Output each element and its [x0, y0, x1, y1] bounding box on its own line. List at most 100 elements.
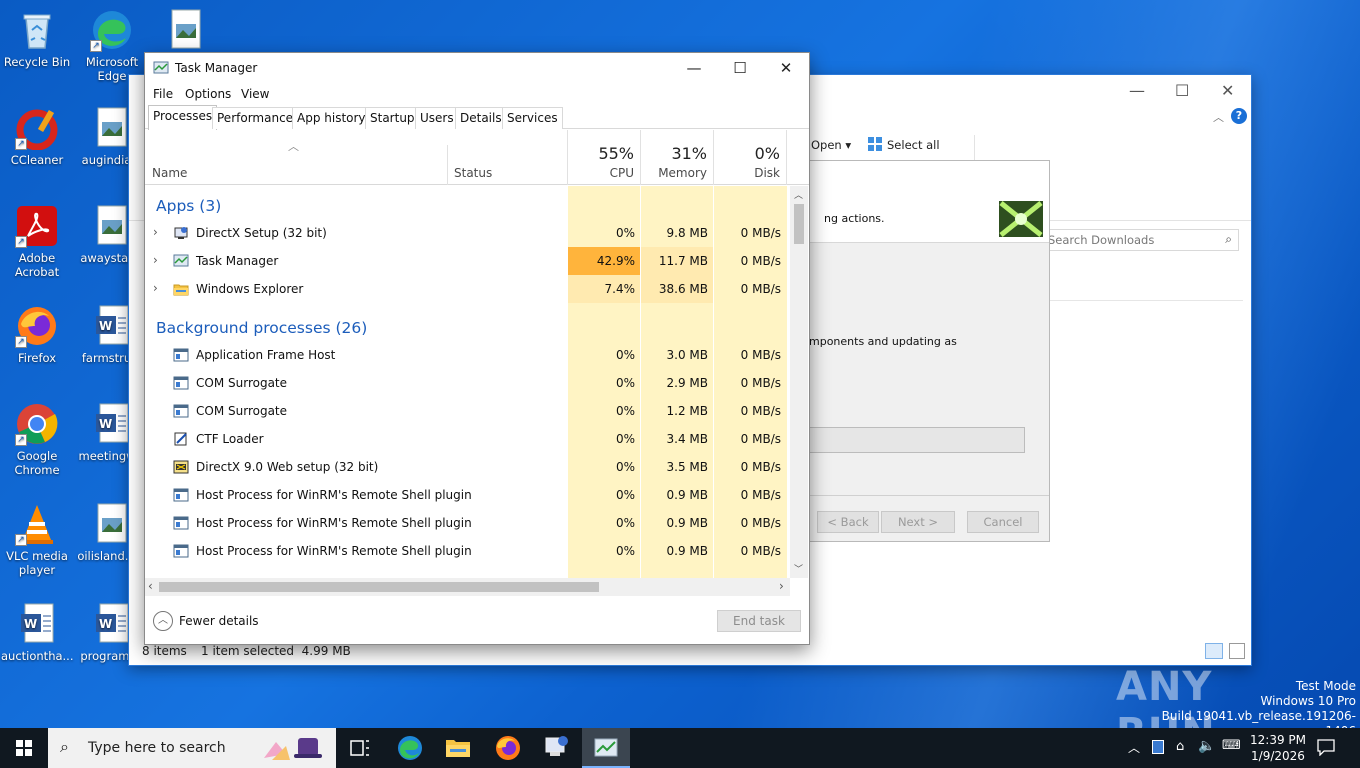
- desktop-icon-partial-file[interactable]: [150, 8, 222, 55]
- keyboard-icon[interactable]: ⌨: [1222, 738, 1241, 753]
- table-row[interactable]: COM Surrogate 0% 2.9 MB 0 MB/s: [145, 369, 789, 397]
- desktop-icon-google-chrome[interactable]: ↗ Google Chrome: [1, 402, 73, 477]
- process-name: COM Surrogate: [196, 404, 288, 418]
- large-icons-view-icon[interactable]: [1229, 643, 1245, 659]
- tab-startup[interactable]: Startup: [365, 107, 420, 129]
- process-name: Task Manager: [196, 254, 279, 268]
- tab-services[interactable]: Services: [502, 107, 563, 129]
- scroll-right-icon[interactable]: ›: [779, 579, 784, 593]
- horizontal-scroll-thumb[interactable]: [159, 582, 599, 592]
- column-name[interactable]: Name: [152, 166, 187, 180]
- desktop-icon-label: Google Chrome: [14, 449, 60, 477]
- desktop-icon-firefox[interactable]: ↗ Firefox: [1, 304, 73, 365]
- table-row[interactable]: Application Frame Host 0% 3.0 MB 0 MB/s: [145, 341, 789, 369]
- desktop-icon-vlc[interactable]: ↗ VLC media player: [1, 502, 73, 577]
- ribbon-select-all-button[interactable]: Select all: [887, 138, 940, 152]
- scroll-left-icon[interactable]: ‹: [148, 579, 153, 593]
- process-name: Application Frame Host: [196, 348, 336, 362]
- table-row[interactable]: COM Surrogate 0% 1.2 MB 0 MB/s: [145, 397, 789, 425]
- desktop-icon-ccleaner[interactable]: ↗ CCleaner: [1, 106, 73, 167]
- column-memory[interactable]: Memory: [643, 166, 707, 180]
- table-row[interactable]: › Task Manager 42.9% 11.7 MB 0 MB/s: [145, 247, 789, 275]
- process-name: DirectX 9.0 Web setup (32 bit): [196, 460, 379, 474]
- taskbar-edge[interactable]: [386, 728, 434, 768]
- tab-performance[interactable]: Performance: [212, 107, 299, 129]
- show-hidden-icons[interactable]: ︿: [1128, 739, 1140, 756]
- task-manager-titlebar[interactable]: Task Manager — ☐ ✕: [145, 53, 809, 83]
- app-window-icon: [173, 347, 190, 363]
- vlc-icon: ↗: [15, 502, 59, 546]
- expand-chevron-icon[interactable]: ›: [153, 281, 158, 295]
- shortcut-arrow-icon: ↗: [15, 236, 27, 248]
- app-window-icon: [173, 403, 190, 419]
- notification-icon[interactable]: [1316, 738, 1336, 757]
- table-row[interactable]: Host Process for WinRM's Remote Shell pl…: [145, 537, 789, 565]
- help-icon[interactable]: ?: [1231, 108, 1247, 124]
- end-task-button[interactable]: End task: [717, 610, 801, 632]
- ribbon-collapse-icon[interactable]: ︿: [1213, 109, 1224, 125]
- horizontal-scrollbar[interactable]: ‹ ›: [145, 578, 790, 596]
- tab-app-history[interactable]: App history: [292, 107, 371, 129]
- scroll-up-icon[interactable]: ︿: [794, 188, 803, 201]
- process-memory: 11.7 MB: [658, 254, 708, 268]
- collapse-chevron-icon[interactable]: ︿: [153, 611, 173, 631]
- ribbon-open-button[interactable]: Open ▾: [811, 138, 851, 152]
- taskbar-file-explorer[interactable]: [434, 728, 482, 768]
- table-row[interactable]: › Windows Explorer 7.4% 38.6 MB 0 MB/s: [145, 275, 789, 303]
- desktop-icon-label: Recycle Bin: [3, 55, 71, 69]
- vertical-scroll-thumb[interactable]: [794, 204, 804, 244]
- task-manager-window[interactable]: Task Manager — ☐ ✕ File Options View Pro…: [144, 52, 810, 645]
- start-button[interactable]: [0, 728, 48, 768]
- installer-next-button[interactable]: Next >: [881, 511, 955, 533]
- process-name: Host Process for WinRM's Remote Shell pl…: [196, 544, 472, 558]
- vertical-scrollbar[interactable]: ︿ ﹀: [790, 186, 808, 578]
- column-status[interactable]: Status: [454, 166, 492, 180]
- table-row[interactable]: Host Process for WinRM's Remote Shell pl…: [145, 481, 789, 509]
- fewer-details-link[interactable]: Fewer details: [179, 614, 259, 628]
- explorer-search-input[interactable]: Search Downloads ⌕: [1043, 229, 1239, 251]
- system-clock[interactable]: 12:39 PM 1/9/2026: [1243, 732, 1313, 764]
- explorer-maximize-button[interactable]: ☐: [1175, 81, 1189, 100]
- tab-processes[interactable]: Processes: [148, 105, 218, 130]
- menu-bar: File Options View: [145, 83, 809, 105]
- desktop-icon-auction-doc[interactable]: W auctiontha...: [1, 602, 74, 663]
- desktop-icon-microsoft-edge[interactable]: ↗ Microsoft Edge: [76, 8, 148, 83]
- tab-users[interactable]: Users: [415, 107, 459, 129]
- table-row[interactable]: › DirectX Setup (32 bit) 0% 9.8 MB 0 MB/…: [145, 219, 789, 247]
- task-view-button[interactable]: [336, 728, 384, 768]
- column-cpu[interactable]: CPU: [570, 166, 634, 180]
- installer-back-button[interactable]: < Back: [817, 511, 879, 533]
- taskbar-directx-setup[interactable]: [532, 728, 580, 768]
- menu-file[interactable]: File: [153, 87, 173, 101]
- menu-options[interactable]: Options: [185, 87, 231, 101]
- expand-chevron-icon[interactable]: ›: [153, 225, 158, 239]
- column-disk[interactable]: Disk: [716, 166, 780, 180]
- taskbar-firefox[interactable]: [484, 728, 532, 768]
- explorer-close-button[interactable]: ✕: [1221, 81, 1234, 100]
- watermark-line: Windows 10 Pro: [1260, 694, 1356, 708]
- expand-chevron-icon[interactable]: ›: [153, 253, 158, 267]
- taskbar-search-box[interactable]: ⌕ Type here to search: [48, 728, 336, 768]
- desktop-icon-adobe-acrobat[interactable]: ↗ Adobe Acrobat: [1, 204, 73, 279]
- network-adapter-icon[interactable]: [1152, 740, 1164, 754]
- details-view-icon[interactable]: [1205, 643, 1223, 659]
- ribbon-divider: [974, 135, 975, 161]
- table-row[interactable]: CTF Loader 0% 3.4 MB 0 MB/s: [145, 425, 789, 453]
- desktop-icon-recycle-bin[interactable]: Recycle Bin: [1, 8, 73, 69]
- scroll-down-icon[interactable]: ﹀: [794, 562, 803, 575]
- taskbar-task-manager[interactable]: [582, 728, 630, 768]
- volume-icon[interactable]: 🔈: [1198, 738, 1215, 754]
- minimize-button[interactable]: —: [671, 53, 717, 83]
- tab-details[interactable]: Details: [455, 107, 507, 129]
- maximize-button[interactable]: ☐: [717, 53, 763, 83]
- network-icon[interactable]: ⌂: [1176, 739, 1184, 754]
- explorer-minimize-button[interactable]: —: [1129, 81, 1145, 100]
- table-row[interactable]: DirectX 9.0 Web setup (32 bit) 0% 3.5 MB…: [145, 453, 789, 481]
- installer-header-text: ng actions.: [824, 212, 885, 225]
- folder-icon: [446, 740, 470, 757]
- process-list[interactable]: Apps (3) › DirectX Setup (32 bit) 0% 9.8…: [145, 186, 789, 578]
- menu-view[interactable]: View: [241, 87, 269, 101]
- table-row[interactable]: Host Process for WinRM's Remote Shell pl…: [145, 509, 789, 537]
- close-button[interactable]: ✕: [763, 53, 809, 83]
- installer-cancel-button[interactable]: Cancel: [967, 511, 1039, 533]
